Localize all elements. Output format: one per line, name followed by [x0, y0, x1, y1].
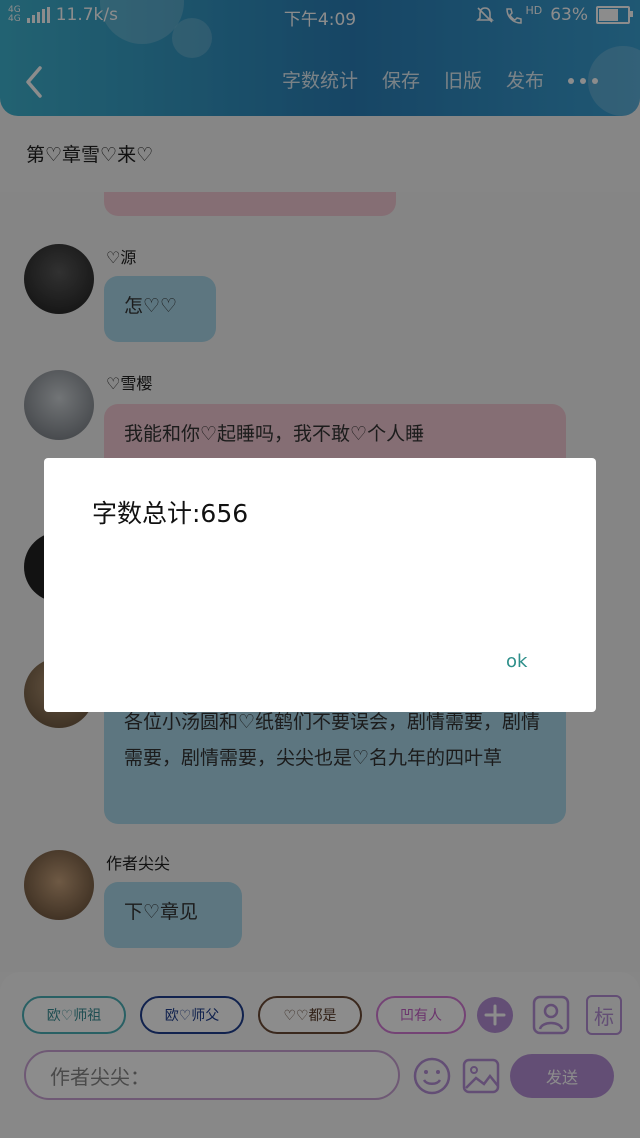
word-count-dialog: 字数总计:656 ok: [44, 458, 596, 712]
ok-button[interactable]: ok: [506, 651, 527, 672]
dialog-message: 字数总计:656: [92, 499, 249, 528]
